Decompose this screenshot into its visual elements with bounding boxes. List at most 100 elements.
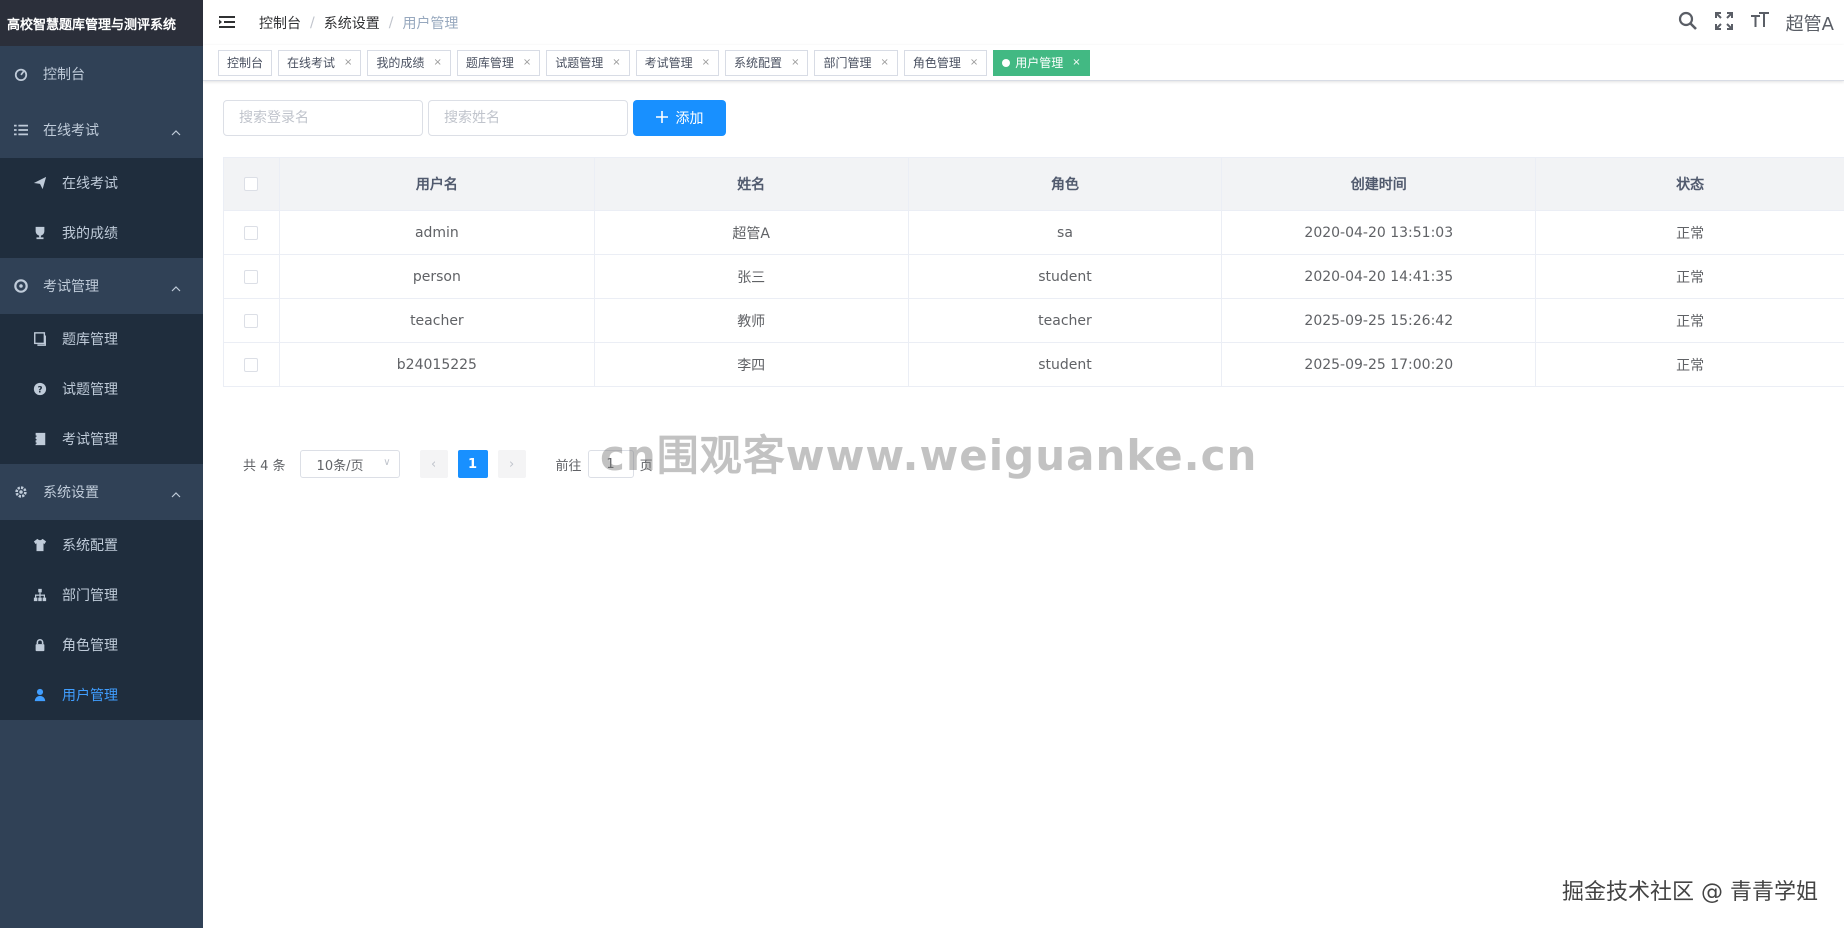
cell-created: 2025-09-25 15:26:42 (1221, 298, 1537, 343)
sidebar-item-roles[interactable]: 角色管理 (0, 620, 203, 670)
sidebar-item-online-exam[interactable]: 在线考试 (0, 158, 203, 208)
search-icon[interactable] (1678, 11, 1698, 35)
row-checkbox[interactable] (244, 269, 259, 284)
filter-bar: 添加 (223, 100, 1844, 136)
font-size-icon[interactable] (1750, 11, 1770, 35)
add-button[interactable]: 添加 (633, 100, 726, 136)
notebook-icon (32, 431, 48, 447)
breadcrumb-item[interactable]: 控制台 (259, 13, 301, 33)
sidebar-item-users[interactable]: 用户管理 (0, 670, 203, 720)
login-name-search-input[interactable] (223, 100, 423, 136)
chevron-up-icon (171, 280, 181, 296)
prev-page-button[interactable]: ‹ (419, 450, 448, 478)
breadcrumb-item[interactable]: 系统设置 (324, 13, 380, 33)
close-icon[interactable]: × (970, 57, 978, 68)
close-icon[interactable]: × (1072, 57, 1080, 68)
cell-name: 李四 (593, 342, 909, 387)
cell-username: b24015225 (278, 342, 595, 387)
next-page-button[interactable]: › (497, 450, 526, 478)
sidebar-item-exams[interactable]: 考试管理 (0, 414, 203, 464)
sidebar-item-dashboard[interactable]: 控制台 (0, 46, 203, 102)
tag-label: 在线考试 (287, 56, 336, 70)
tag-question-bank[interactable]: 题库管理 × (456, 49, 541, 76)
tag-label: 试题管理 (555, 56, 604, 70)
plus-icon (655, 110, 668, 126)
chevron-up-icon (171, 124, 181, 140)
right-menu: 超管A (1678, 0, 1834, 45)
select-all-checkbox[interactable] (244, 177, 259, 191)
close-icon[interactable]: × (880, 57, 888, 68)
row-checkbox[interactable] (244, 225, 259, 240)
sidebar-item-question-bank[interactable]: 题库管理 (0, 314, 203, 364)
close-icon[interactable]: × (791, 57, 799, 68)
page-size-select[interactable]: 10条/页 ∨ (299, 450, 400, 478)
tag-label: 控制台 (227, 56, 264, 70)
sidebar-item-label: 试题管理 (62, 382, 118, 398)
name-search-input[interactable] (428, 100, 628, 136)
breadcrumb-item-current: 用户管理 (402, 15, 459, 32)
fullscreen-icon[interactable] (1714, 11, 1734, 35)
page-number-current[interactable]: 1 (457, 450, 488, 478)
select-all-cell (223, 157, 280, 211)
pagination-total: 共 4 条 (243, 458, 286, 474)
chevron-down-icon: ∨ (383, 457, 391, 468)
cell-name: 超管A (593, 210, 909, 255)
user-name[interactable]: 超管A (1786, 10, 1834, 36)
sidebar-item-departments[interactable]: 部门管理 (0, 570, 203, 620)
sidebar-item-system-config[interactable]: 系统配置 (0, 520, 203, 570)
close-icon[interactable]: × (523, 57, 531, 68)
tag-users[interactable]: 用户管理 × (993, 49, 1090, 76)
user-icon (32, 687, 48, 703)
column-header: 姓名 (593, 157, 909, 211)
tag-system-config[interactable]: 系统配置 × (725, 49, 809, 76)
sidebar-group-system-settings[interactable]: 系统设置 (0, 464, 203, 520)
close-icon[interactable]: × (344, 57, 352, 68)
row-checkbox[interactable] (244, 357, 259, 372)
row-checkbox[interactable] (244, 313, 259, 328)
cell-created: 2020-04-20 14:41:35 (1221, 254, 1537, 299)
users-table: 用户名 姓名 角色 创建时间 状态 admin 超管A sa 2020-04-2… (223, 157, 1844, 387)
tag-dashboard[interactable]: 控制台 (218, 49, 273, 76)
chevron-left-icon: ‹ (430, 456, 437, 472)
tag-online-exam[interactable]: 在线考试 × (278, 49, 362, 76)
book-icon (32, 331, 48, 347)
watermark: cn围观客www.weiguanke.cn (600, 431, 1258, 480)
paper-plane-icon (32, 175, 48, 191)
sidebar-item-label: 部门管理 (62, 588, 118, 604)
aperture-icon (13, 278, 29, 294)
sidebar-group-label: 系统设置 (43, 485, 99, 501)
sidebar-item-label: 我的成绩 (62, 226, 118, 242)
tag-exams[interactable]: 考试管理 × (635, 49, 720, 76)
tag-departments[interactable]: 部门管理 × (814, 49, 898, 76)
svg-text:?: ? (37, 386, 42, 396)
close-icon[interactable]: × (433, 57, 441, 68)
table-row[interactable]: admin 超管A sa 2020-04-20 13:51:03 正常 (223, 210, 1844, 255)
tag-label: 我的成绩 (376, 56, 425, 70)
cell-name: 教师 (593, 298, 909, 343)
cell-status: 正常 (1535, 254, 1844, 299)
table-row[interactable]: person 张三 student 2020-04-20 14:41:35 正常 (223, 254, 1844, 299)
close-icon[interactable]: × (612, 57, 620, 68)
sidebar-group-label: 在线考试 (43, 123, 99, 139)
tag-questions[interactable]: 试题管理 × (546, 49, 630, 76)
sidebar-group-online-exam[interactable]: 在线考试 (0, 102, 203, 158)
cell-status: 正常 (1535, 342, 1844, 387)
sidebar-item-label: 考试管理 (62, 432, 118, 448)
tag-label: 角色管理 (912, 56, 961, 70)
menu-fold-icon[interactable] (218, 13, 238, 33)
cell-username: person (278, 254, 595, 299)
table-row[interactable]: teacher 教师 teacher 2025-09-25 15:26:42 正… (223, 298, 1844, 343)
tag-roles[interactable]: 角色管理 × (903, 49, 988, 76)
chevron-right-icon: › (508, 456, 515, 472)
column-header: 状态 (1535, 157, 1844, 211)
close-icon[interactable]: × (702, 57, 710, 68)
sidebar-item-my-scores[interactable]: 我的成绩 (0, 208, 203, 258)
sidebar-item-questions[interactable]: ? 试题管理 (0, 364, 203, 414)
table-row[interactable]: b24015225 李四 student 2025-09-25 17:00:20… (223, 342, 1844, 387)
dashboard-icon (13, 66, 29, 82)
sidebar-group-exam-management[interactable]: 考试管理 (0, 258, 203, 314)
cell-role: student (907, 342, 1223, 387)
tag-my-scores[interactable]: 我的成绩 × (367, 49, 451, 76)
column-header: 创建时间 (1221, 157, 1537, 211)
sidebar-item-label: 控制台 (43, 67, 85, 83)
